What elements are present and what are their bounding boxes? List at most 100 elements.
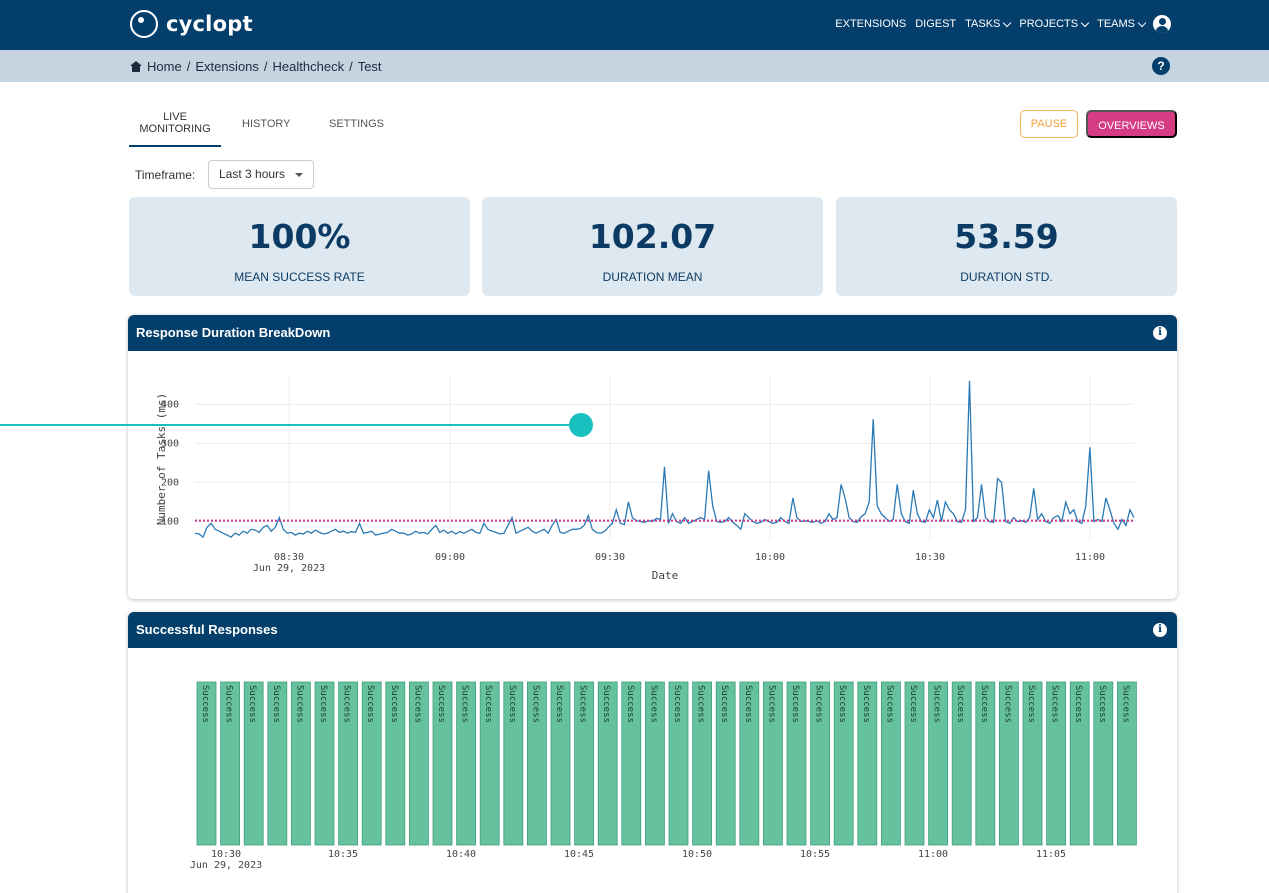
bar-label: Success	[790, 685, 800, 723]
bar-label: Success	[1097, 685, 1107, 723]
x-tick-label: 08:30	[274, 552, 304, 563]
bar-label: Success	[578, 685, 588, 723]
x-date-label: Jun 29, 2023	[253, 563, 325, 574]
bar-label: Success	[625, 685, 635, 723]
chevron-down-icon	[1137, 18, 1147, 27]
tab-settings[interactable]: SETTINGS	[329, 118, 384, 130]
tab-live-monitoring[interactable]: LIVE MONITORING	[129, 111, 221, 135]
annotation-pointer-dot	[569, 413, 593, 437]
duration-line-chart: 10020030040008:30 09:00 09:30 10:00 10:30 11:…	[155, 377, 1135, 582]
bar-label: Success	[601, 685, 611, 723]
help-icon[interactable]: ?	[1152, 57, 1170, 75]
bar-label: Success	[530, 685, 540, 723]
bar-label: Success	[365, 685, 375, 723]
breadcrumb-home[interactable]: Home	[147, 59, 182, 74]
x-tick-label: 09:00	[435, 552, 465, 563]
bar-label: Success	[247, 685, 257, 723]
logo-text: cyclopt	[166, 12, 253, 36]
panel-header: Response Duration BreakDown i	[128, 315, 1177, 351]
stat-value: 102.07	[588, 217, 717, 256]
breadcrumb: Home / Extensions / Healthcheck / Test	[130, 59, 382, 74]
info-icon[interactable]: i	[1153, 623, 1167, 637]
logo[interactable]: cyclopt	[130, 10, 253, 38]
caret-down-icon	[295, 173, 303, 177]
breadcrumb-separator: /	[186, 59, 191, 74]
breadcrumb-bar: Home / Extensions / Healthcheck / Test ?	[0, 50, 1269, 82]
bar-label: Success	[672, 685, 682, 723]
bar-label: Success	[719, 685, 729, 723]
breadcrumb-separator: /	[349, 59, 353, 74]
breadcrumb-healthcheck[interactable]: Healthcheck	[273, 59, 345, 74]
bar-label: Success	[294, 685, 304, 723]
bar-label: Success	[696, 685, 706, 723]
x-axis-label: Date	[652, 569, 679, 582]
y-axis-label: Number of Tasks (ms)	[155, 393, 168, 525]
bar-label: Success	[743, 685, 753, 723]
bar-label: Success	[908, 685, 918, 723]
nav-tasks[interactable]: TASKS	[965, 18, 1012, 30]
stat-label: MEAN SUCCESS RATE	[234, 270, 365, 284]
bar-label: Success	[342, 685, 352, 723]
bar-label: Success	[766, 685, 776, 723]
nav-projects[interactable]: PROJECTS	[1019, 18, 1090, 30]
active-tab-indicator	[129, 145, 221, 147]
stat-card-success-rate: 100% MEAN SUCCESS RATE	[129, 197, 470, 296]
bar-label: Success	[861, 685, 871, 723]
user-account-icon[interactable]	[1153, 15, 1171, 33]
tab-live-line1: LIVE	[163, 111, 187, 123]
bar-label: Success	[648, 685, 658, 723]
overviews-button[interactable]: OVERVIEWS	[1086, 110, 1177, 138]
bar-label: Success	[318, 685, 328, 723]
bar-label: Success	[460, 685, 470, 723]
bar-label: Success	[271, 685, 281, 723]
x-tick-label: 11:05	[1036, 849, 1066, 860]
stat-label: DURATION STD.	[960, 270, 1053, 284]
home-icon[interactable]	[130, 61, 142, 72]
breadcrumb-extensions[interactable]: Extensions	[195, 59, 259, 74]
panel-title: Successful Responses	[136, 622, 278, 637]
nav-digest[interactable]: DIGEST	[915, 18, 956, 30]
bar-label: Success	[507, 685, 517, 723]
x-tick-label: 10:50	[682, 849, 712, 860]
nav-label: TASKS	[965, 18, 1001, 30]
bar-label: Success	[979, 685, 989, 723]
stat-value: 53.59	[954, 217, 1059, 256]
chevron-down-icon	[1003, 18, 1012, 27]
bar-label: Success	[955, 685, 965, 723]
x-tick-label: 10:35	[328, 849, 358, 860]
stat-label: DURATION MEAN	[602, 270, 703, 284]
bar-label: Success	[837, 685, 847, 723]
panel-title: Response Duration BreakDown	[136, 325, 331, 340]
nav-label: TEAMS	[1097, 18, 1135, 30]
app-root: cyclopt EXTENSIONS DIGEST TASKS PROJECTS…	[0, 0, 1269, 893]
top-navbar: cyclopt EXTENSIONS DIGEST TASKS PROJECTS…	[0, 0, 1269, 50]
timeframe-select[interactable]: Last 3 hours	[208, 160, 314, 189]
successful-responses-panel: Successful Responses i Success Success Suc…	[128, 612, 1177, 893]
x-tick-label: 10:30	[915, 552, 945, 563]
stat-card-duration-std: 53.59 DURATION STD.	[836, 197, 1177, 296]
bar-label: Success	[1120, 685, 1130, 723]
panel-header: Successful Responses i	[128, 612, 1177, 648]
bar-label: Success	[814, 685, 824, 723]
x-tick-label: 10:00	[755, 552, 785, 563]
x-tick-label: 10:30	[211, 849, 241, 860]
response-duration-panel: Response Duration BreakDown i 100 200 300 4…	[128, 315, 1177, 599]
x-tick-label: 10:55	[800, 849, 830, 860]
info-icon[interactable]: i	[1153, 326, 1167, 340]
nav-teams[interactable]: TEAMS	[1097, 18, 1147, 30]
bar-label: Success	[1073, 685, 1083, 723]
tab-history[interactable]: HISTORY	[242, 118, 291, 130]
nav-extensions[interactable]: EXTENSIONS	[835, 18, 906, 30]
nav-label: DIGEST	[915, 18, 957, 30]
bar-label: Success	[224, 685, 234, 723]
stat-value: 100%	[248, 217, 351, 256]
bar-label: Success	[932, 685, 942, 723]
breadcrumb-test: Test	[357, 59, 382, 74]
annotation-pointer-line	[0, 424, 581, 426]
pause-button[interactable]: PAUSE	[1020, 110, 1078, 138]
breadcrumb-separator: /	[263, 59, 268, 74]
timeframe-value: Last 3 hours	[219, 167, 286, 181]
x-tick-label: 11:00	[918, 849, 948, 860]
bar-label: Success	[483, 685, 493, 723]
bar-label: Success	[436, 685, 446, 723]
